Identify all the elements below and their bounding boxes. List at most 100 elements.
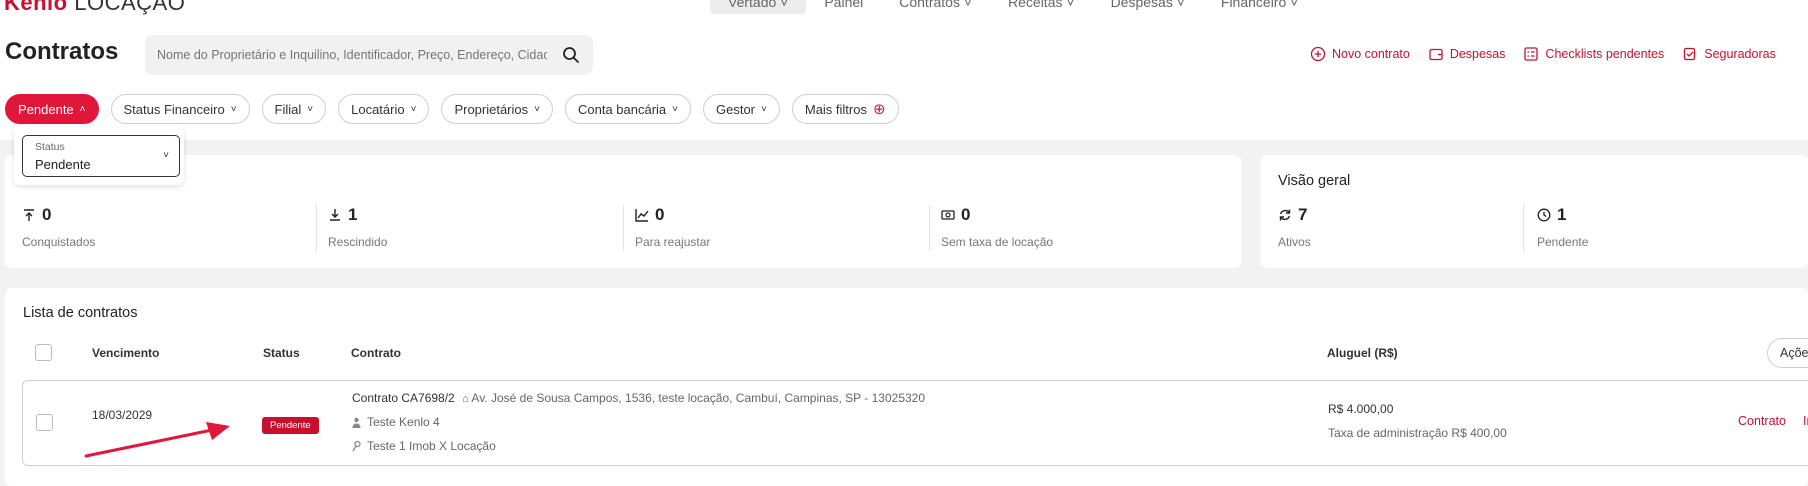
clock-icon	[1537, 208, 1551, 222]
contract-address: Av. José de Sousa Campos, 1536, teste lo…	[471, 391, 926, 405]
filter-label: Mais filtros	[804, 101, 867, 117]
divider	[929, 205, 930, 251]
annotation-arrow-icon	[84, 422, 230, 458]
nav-item-contratos[interactable]: Contratos ˅	[881, 0, 990, 14]
filter-status[interactable]: Pendente ˄	[5, 94, 99, 124]
status-dropdown-panel: Status Pendente ˅	[14, 127, 184, 185]
filter-label: Conta bancária	[577, 101, 667, 117]
chevron-down-icon: ˅	[761, 103, 767, 115]
nav-item-receitas[interactable]: Receitas ˅	[990, 0, 1093, 14]
row-tenant: Teste Kenlo 4	[352, 415, 440, 429]
chevron-down-icon: ˅	[307, 103, 314, 115]
app-logo[interactable]: Kenlo LOCAÇÃO	[4, 0, 185, 16]
divider	[623, 205, 624, 251]
actions-button[interactable]: Ações	[1767, 338, 1808, 368]
row-rent-value: R$ 4.000,00	[1328, 402, 1394, 416]
plus-circle-icon: ⊕	[872, 101, 886, 118]
row-checkbox[interactable]	[36, 414, 53, 431]
status-badge: Pendente	[262, 417, 319, 434]
overview-title: Visão geral	[1278, 173, 1351, 189]
stat-label: Pendente	[1537, 235, 1589, 249]
row-admin-fee: Taxa de administração R$ 400,00	[1328, 426, 1507, 440]
row-owner: Teste 1 Imob X Locação	[352, 439, 496, 453]
search-icon[interactable]	[561, 45, 581, 65]
stat-label: Para reajustar	[635, 235, 711, 249]
stat-value: 0	[42, 205, 52, 224]
shield-icon	[1684, 47, 1696, 61]
select-all-checkbox[interactable]	[35, 344, 52, 361]
stat-label: Conquistados	[22, 235, 96, 249]
page-title: Contratos	[5, 38, 119, 65]
filter-bank-account[interactable]: Conta bancária ˅	[564, 94, 691, 124]
stat-active: 7 Ativos	[1278, 205, 1311, 249]
stat-label: Sem taxa de locação	[941, 235, 1054, 249]
status-select-value: Pendente	[35, 157, 91, 172]
key-icon	[352, 440, 361, 451]
filter-label: Filial	[274, 101, 302, 117]
filter-label: Locatário	[351, 101, 405, 117]
row-contract-link[interactable]: Contrato	[1738, 414, 1786, 428]
filter-status-label: Pendente	[18, 101, 74, 117]
filter-tenant[interactable]: Locatário ˅	[338, 94, 430, 124]
nav-item-financeiro[interactable]: Financeiro ˅	[1203, 0, 1316, 14]
filter-owners[interactable]: Proprietários ˅	[441, 94, 553, 124]
new-contract-button[interactable]: Novo contrato	[1310, 46, 1410, 62]
filter-label: Gestor	[716, 101, 756, 117]
nav-item-vertado[interactable]: Vertado ˅	[710, 0, 807, 14]
expenses-label: Despesas	[1449, 47, 1506, 61]
tenant-name: Teste Kenlo 4	[367, 415, 440, 429]
new-contract-label: Novo contrato	[1332, 47, 1410, 61]
search-bar	[145, 35, 593, 75]
stat-conquered: 0 Conquistados	[22, 205, 95, 249]
chevron-down-icon: ˅	[410, 103, 417, 115]
main-nav: Vertado ˅ Painel Contratos ˅ Receitas ˅ …	[710, 0, 1316, 14]
column-header-rent[interactable]: Aluguel (R$)	[1327, 346, 1398, 360]
plus-circle-icon	[1310, 46, 1326, 62]
stat-terminated: 1 Rescindido	[328, 205, 387, 249]
column-header-due[interactable]: Vencimento	[92, 346, 159, 360]
overview-card: Visão geral 7 Ativos 1 Pendente	[1261, 155, 1808, 268]
pending-checklists-button[interactable]: Checklists pendentes	[1523, 46, 1664, 62]
filter-branch[interactable]: Filial ˅	[261, 94, 327, 124]
filter-financial-status[interactable]: Status Financeiro ˅	[110, 94, 250, 124]
filter-label: Proprietários	[454, 101, 529, 117]
monthly-summary-card: Resumo mensal 0 Conquistados 1 Rescindid…	[5, 155, 1241, 268]
wallet-icon	[1429, 48, 1443, 61]
contract-id: Contrato CA7698/2	[352, 391, 455, 405]
column-header-contract[interactable]: Contrato	[351, 346, 401, 360]
search-input[interactable]	[157, 45, 547, 65]
insurers-label: Seguradoras	[1704, 47, 1776, 61]
stat-to-adjust: 0 Para reajustar	[635, 205, 710, 249]
owner-name: Teste 1 Imob X Locação	[367, 439, 496, 453]
stat-no-rental-fee: 0 Sem taxa de locação	[941, 205, 1053, 249]
nav-item-despesas[interactable]: Despesas ˅	[1093, 0, 1203, 14]
divider	[316, 205, 317, 251]
download-icon	[330, 209, 340, 221]
checklist-icon	[1524, 47, 1539, 61]
status-select[interactable]: Status Pendente ˅	[22, 135, 180, 177]
contract-list-title: Lista de contratos	[23, 305, 138, 321]
expenses-button[interactable]: Despesas	[1428, 46, 1506, 62]
column-header-status[interactable]: Status	[263, 346, 300, 360]
stat-value: 0	[655, 205, 665, 224]
home-icon: ⌂	[462, 393, 469, 405]
insurers-button[interactable]: Seguradoras	[1682, 46, 1776, 62]
stat-value: 1	[1557, 205, 1567, 224]
stat-label: Rescindido	[328, 235, 388, 249]
filter-manager[interactable]: Gestor ˅	[703, 94, 780, 124]
refresh-icon	[1279, 209, 1291, 221]
table-row[interactable]: 18/03/2029 Pendente Contrato CA7698/2 ⌂ …	[22, 380, 1808, 466]
nav-item-painel[interactable]: Painel	[806, 0, 881, 14]
chevron-up-icon: ˄	[79, 103, 86, 115]
top-bar: Kenlo LOCAÇÃO Vertado ˅ Painel Contratos…	[0, 0, 1808, 140]
upload-icon	[24, 209, 34, 221]
row-more-link[interactable]: Im	[1803, 414, 1808, 428]
divider	[1523, 205, 1524, 251]
money-icon	[941, 210, 955, 220]
chevron-down-icon: ˅	[534, 103, 540, 115]
stat-value: 1	[348, 205, 358, 224]
row-contract-id[interactable]: Contrato CA7698/2 ⌂ Av. José de Sousa Ca…	[352, 391, 925, 405]
person-icon	[352, 417, 361, 428]
pending-checklists-label: Checklists pendentes	[1545, 47, 1665, 61]
more-filters-button[interactable]: Mais filtros ⊕	[791, 94, 899, 124]
